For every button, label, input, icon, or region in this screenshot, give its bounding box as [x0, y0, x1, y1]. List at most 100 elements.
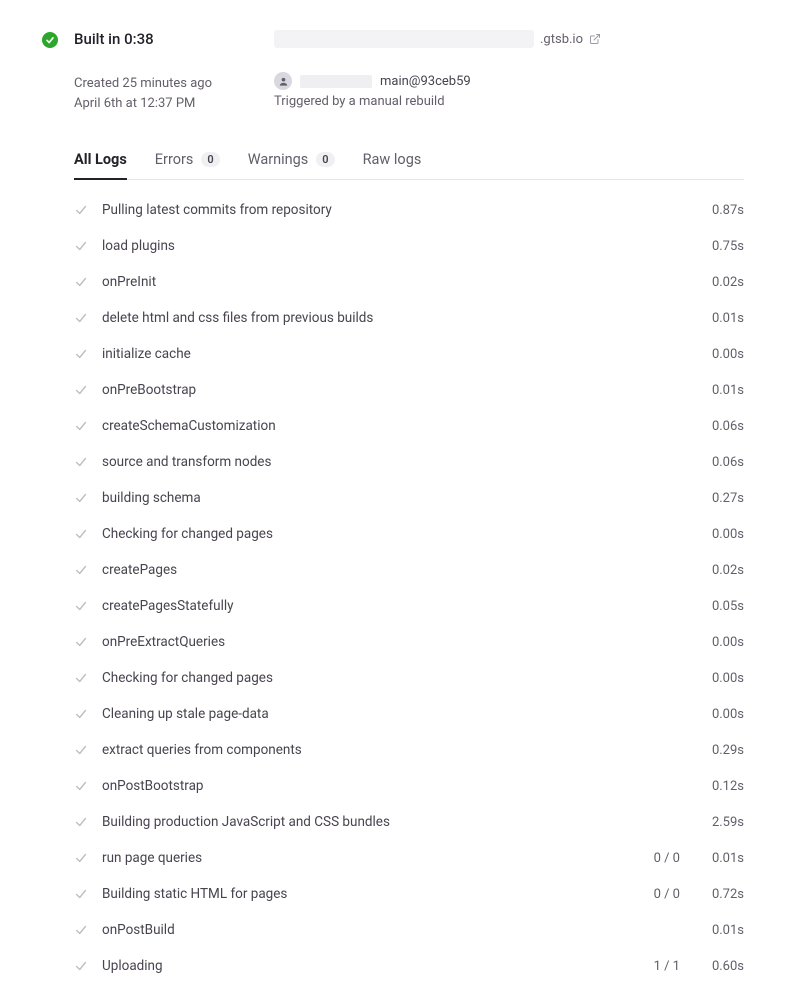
log-row[interactable]: initialize cache 0.00s — [74, 336, 744, 372]
check-icon — [74, 419, 88, 433]
check-icon — [74, 527, 88, 541]
tab-label: Raw logs — [363, 151, 422, 168]
tab-warnings[interactable]: Warnings 0 — [248, 141, 335, 180]
external-link-icon[interactable] — [589, 33, 601, 45]
log-row[interactable]: onPreBootstrap0.01s — [74, 372, 744, 408]
log-time: 0.01s — [694, 311, 744, 326]
log-row[interactable]: createPages0.02s — [74, 552, 744, 588]
log-row[interactable]: extract queries from components0.29s — [74, 732, 744, 768]
deploy-url-redacted — [274, 30, 534, 48]
log-row[interactable]: load plugins 0.75s — [74, 228, 744, 264]
log-row[interactable]: createSchemaCustomization 0.06s — [74, 408, 744, 444]
check-icon — [74, 491, 88, 505]
commit-ref[interactable]: main@93ceb59 — [380, 74, 471, 89]
build-timestamp: April 6th at 12:37 PM — [74, 94, 254, 114]
log-row[interactable]: building schema 0.27s — [74, 480, 744, 516]
log-label: createPagesStatefully — [102, 598, 611, 614]
check-icon — [74, 923, 88, 937]
log-label: Checking for changed pages — [102, 526, 611, 542]
log-label: onPreExtractQueries — [102, 634, 611, 650]
errors-badge: 0 — [201, 152, 219, 167]
log-row[interactable]: onPreInit 0.02s — [74, 264, 744, 300]
check-icon — [74, 671, 88, 685]
tab-label: Warnings — [248, 151, 309, 168]
check-icon — [74, 275, 88, 289]
check-icon — [74, 563, 88, 577]
log-row[interactable]: delete html and css files from previous … — [74, 300, 744, 336]
log-label: building schema — [102, 490, 611, 506]
log-label: load plugins — [102, 238, 611, 254]
log-time: 0.27s — [694, 491, 744, 506]
commit-row: main@93ceb59 — [274, 72, 744, 90]
log-time: 0.00s — [694, 707, 744, 722]
log-count: 0 / 0 — [625, 851, 680, 866]
log-row[interactable]: Uploading1 / 10.60s — [74, 948, 744, 984]
tab-label: Errors — [155, 151, 194, 168]
deploy-url-suffix: .gtsb.io — [540, 32, 583, 47]
log-row[interactable]: onPreExtractQueries0.00s — [74, 624, 744, 660]
log-tabs: All Logs Errors 0 Warnings 0 Raw logs — [74, 141, 744, 180]
author-name-redacted — [300, 75, 372, 88]
check-icon — [74, 707, 88, 721]
log-label: source and transform nodes — [102, 454, 611, 470]
log-time: 0.06s — [694, 419, 744, 434]
log-time: 0.01s — [694, 851, 744, 866]
tab-all-logs[interactable]: All Logs — [74, 141, 127, 180]
log-label: Cleaning up stale page-data — [102, 706, 611, 722]
log-label: onPreInit — [102, 274, 611, 290]
log-label: onPreBootstrap — [102, 382, 611, 398]
log-time: 0.05s — [694, 599, 744, 614]
check-icon — [74, 383, 88, 397]
tab-label: All Logs — [74, 151, 127, 168]
log-row[interactable]: source and transform nodes 0.06s — [74, 444, 744, 480]
log-row[interactable]: onPostBootstrap 0.12s — [74, 768, 744, 804]
log-row[interactable]: Pulling latest commits from repository 0.… — [74, 192, 744, 228]
check-icon — [74, 599, 88, 613]
build-title: Built in 0:38 — [74, 30, 254, 48]
log-row[interactable]: Building production JavaScript and CSS b… — [74, 804, 744, 840]
log-row[interactable]: createPagesStatefully 0.05s — [74, 588, 744, 624]
log-list: Pulling latest commits from repository 0.… — [74, 192, 744, 984]
log-row[interactable]: Cleaning up stale page-data 0.00s — [74, 696, 744, 732]
log-time: 0.00s — [694, 527, 744, 542]
log-label: onPostBootstrap — [102, 778, 611, 794]
log-time: 2.59s — [694, 815, 744, 830]
log-time: 0.00s — [694, 347, 744, 362]
trigger-text: Triggered by a manual rebuild — [274, 94, 744, 109]
log-label: initialize cache — [102, 346, 611, 362]
log-row[interactable]: run page queries0 / 00.01s — [74, 840, 744, 876]
check-icon — [74, 743, 88, 757]
log-time: 0.12s — [694, 779, 744, 794]
tab-errors[interactable]: Errors 0 — [155, 141, 220, 180]
log-row[interactable]: Building static HTML for pages0 / 00.72s — [74, 876, 744, 912]
deploy-url-row[interactable]: .gtsb.io — [274, 30, 744, 48]
warnings-badge: 0 — [316, 152, 334, 167]
check-icon — [74, 851, 88, 865]
check-icon — [74, 635, 88, 649]
check-icon — [74, 203, 88, 217]
check-icon — [74, 887, 88, 901]
log-time: 0.02s — [694, 563, 744, 578]
log-label: delete html and css files from previous … — [102, 310, 611, 326]
check-icon — [74, 779, 88, 793]
log-label: onPostBuild — [102, 922, 611, 938]
log-time: 0.75s — [694, 239, 744, 254]
log-time: 0.87s — [694, 203, 744, 218]
log-row[interactable]: Checking for changed pages 0.00s — [74, 516, 744, 552]
log-label: Pulling latest commits from repository — [102, 202, 611, 218]
log-label: Building production JavaScript and CSS b… — [102, 814, 611, 830]
log-time: 0.29s — [694, 743, 744, 758]
created-ago: Created 25 minutes ago — [74, 74, 254, 94]
log-time: 0.02s — [694, 275, 744, 290]
log-time: 0.00s — [694, 671, 744, 686]
build-header: Built in 0:38 Created 25 minutes ago Apr… — [42, 30, 744, 113]
log-row[interactable]: onPostBuild0.01s — [74, 912, 744, 948]
tab-raw-logs[interactable]: Raw logs — [363, 141, 422, 180]
log-time: 0.60s — [694, 959, 744, 974]
status-success-icon — [42, 32, 58, 48]
check-icon — [74, 959, 88, 973]
log-time: 0.06s — [694, 455, 744, 470]
log-label: Checking for changed pages — [102, 670, 611, 686]
log-row[interactable]: Checking for changed pages 0.00s — [74, 660, 744, 696]
log-label: createSchemaCustomization — [102, 418, 611, 434]
